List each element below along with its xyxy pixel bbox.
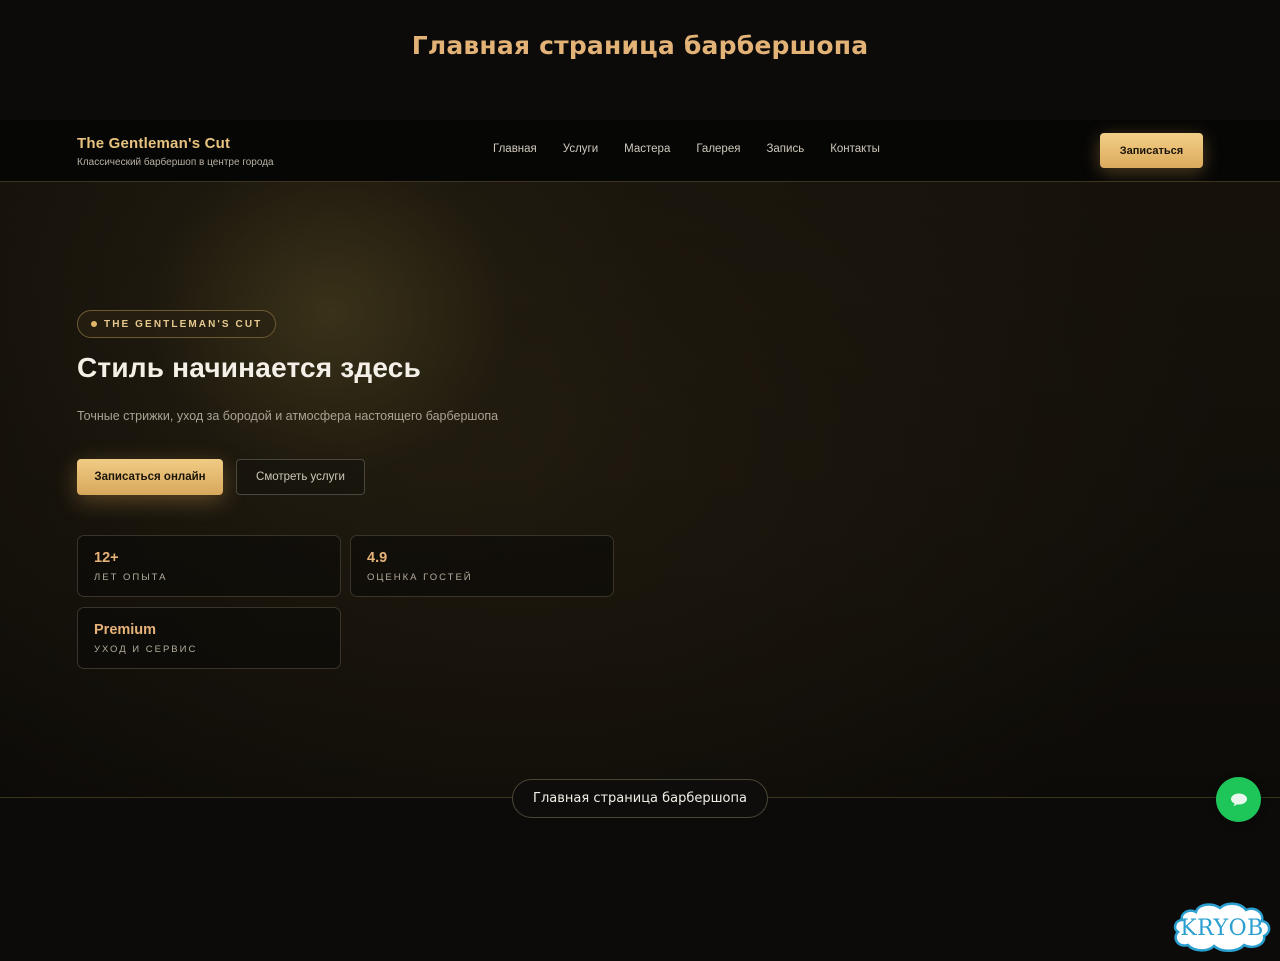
stat-value: 12+ [94, 550, 119, 566]
stat-label: УХОД И СЕРВИС [94, 644, 198, 655]
chat-button[interactable] [1216, 777, 1261, 822]
dot-icon [91, 321, 97, 327]
stat-value: 4.9 [367, 550, 388, 566]
view-services-button[interactable]: Смотреть услуги [236, 459, 365, 495]
hero-title: Стиль начинается здесь [77, 352, 421, 383]
kryob-logo: KRYOB [1168, 890, 1276, 956]
nav-link-gallery[interactable]: Галерея [696, 143, 740, 155]
nav-link-contacts[interactable]: Контакты [830, 143, 880, 155]
brand[interactable]: The Gentleman's Cut Классический барберш… [77, 135, 274, 168]
watermark-text: KRYOB [1180, 916, 1264, 941]
nav-link-booking[interactable]: Запись [766, 143, 804, 155]
stat-value: Premium [94, 622, 157, 638]
stat-card-experience: 12+ ЛЕТ ОПЫТА [77, 535, 341, 597]
nav-link-services[interactable]: Услуги [563, 143, 598, 155]
eyebrow-text: THE GENTLEMAN'S CUT [104, 318, 263, 330]
hero-eyebrow-badge: THE GENTLEMAN'S CUT [77, 310, 277, 338]
chat-bubble-icon [1230, 793, 1247, 806]
brand-name: The Gentleman's Cut [77, 135, 231, 152]
book-online-button[interactable]: Записаться онлайн [77, 459, 223, 495]
hero-section: THE GENTLEMAN'S CUT Стиль начинается зде… [0, 182, 1280, 798]
stat-label: ОЦЕНКА ГОСТЕЙ [367, 572, 473, 583]
page-heading-section: Главная страница барбершопа [0, 0, 1280, 120]
nav-link-barbers[interactable]: Мастера [624, 143, 670, 155]
page-title: Главная страница барбершопа [411, 30, 869, 60]
stat-card-rating: 4.9 ОЦЕНКА ГОСТЕЙ [350, 535, 614, 597]
header-book-button[interactable]: Записаться [1100, 133, 1203, 168]
page-label-pill: Главная страница барбершопа [512, 779, 768, 818]
brand-tagline: Классический барбершоп в центре города [77, 157, 274, 168]
hero-subtitle: Точные стрижки, уход за бородой и атмосф… [77, 409, 499, 423]
nav-link-home[interactable]: Главная [493, 143, 537, 155]
stat-card-premium: Premium УХОД И СЕРВИС [77, 607, 341, 669]
stat-label: ЛЕТ ОПЫТА [94, 572, 168, 583]
bottom-section [0, 797, 1280, 960]
site-header: The Gentleman's Cut Классический барберш… [0, 120, 1280, 182]
main-nav: Главная Услуги Мастера Галерея Запись Ко… [493, 143, 906, 155]
